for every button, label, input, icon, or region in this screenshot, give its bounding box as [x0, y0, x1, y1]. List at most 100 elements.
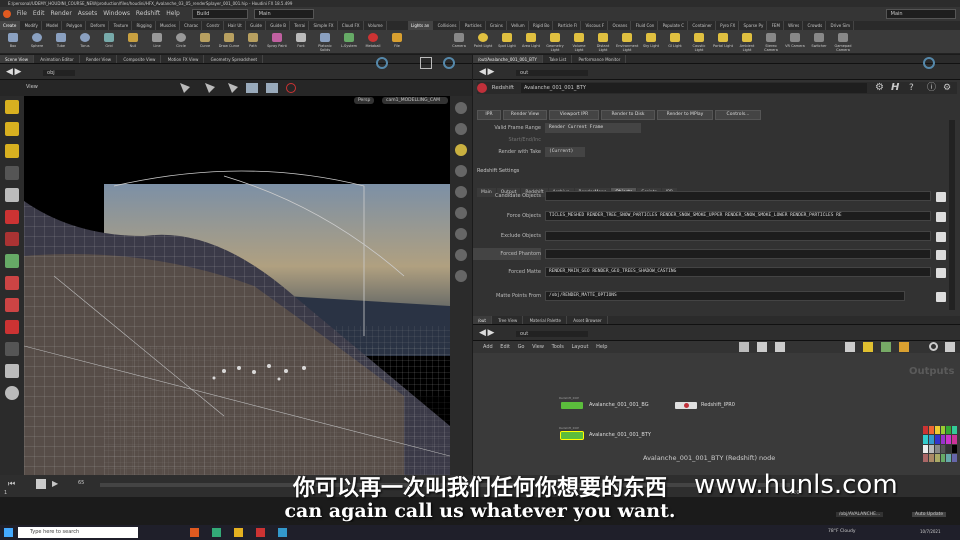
render-to-disk-button[interactable]: Render to Disk [601, 110, 655, 120]
target-icon[interactable] [443, 57, 455, 69]
select-arrow-icon[interactable] [180, 83, 190, 93]
rop-node-ipr[interactable] [675, 402, 697, 409]
shelf-tab[interactable]: Pyro FX [717, 21, 740, 30]
help-icon[interactable]: ? [909, 82, 914, 94]
weather-text[interactable]: 78°F Cloudy [828, 529, 856, 534]
forward-arrow-icon[interactable]: ▶ [15, 67, 22, 77]
desktop-select-main[interactable]: Main [253, 9, 314, 19]
magnet-snap-icon[interactable] [5, 320, 19, 334]
taskbar-app-icon[interactable] [256, 528, 265, 537]
persp-menu[interactable]: Persp [354, 97, 375, 104]
valid-frame-range-select[interactable]: Render Current Frame [545, 123, 641, 133]
forward-arrow-icon[interactable]: ▶ [488, 328, 495, 338]
back-arrow-icon[interactable]: ◀ [479, 328, 486, 338]
back-arrow-icon[interactable]: ◀ [479, 67, 486, 77]
grid-icon[interactable] [757, 342, 767, 352]
rop-node-bty[interactable] [560, 431, 584, 440]
shelf-tab[interactable]: Hair Ut [225, 21, 246, 30]
tab-take-list[interactable]: Take List [544, 55, 573, 63]
handle-tool-icon[interactable] [5, 232, 19, 246]
candidate-objects-field[interactable] [545, 191, 931, 201]
shelf-tab[interactable]: Polygon [63, 21, 87, 30]
shelf-tool-sphere[interactable]: Sphere [26, 32, 48, 48]
menu-render[interactable]: Render [50, 10, 71, 17]
tab-material-palette[interactable]: Material Palette [525, 316, 567, 324]
taskbar-app-icon[interactable] [212, 528, 221, 537]
tab-geometry-spreadsheet[interactable]: Geometry Spreadsheet [206, 55, 264, 63]
number-icon[interactable] [455, 249, 467, 261]
shelf-tool-vr-camera[interactable]: VR Camera [784, 32, 806, 48]
shelf-tool-geometry-light[interactable]: Geometry Light [544, 32, 566, 52]
shelf-tab[interactable]: Particles [462, 21, 486, 30]
shelf-tool-distant-light[interactable]: Distant Light [592, 32, 614, 52]
shelf-tab[interactable]: Populate C [660, 21, 689, 30]
exclude-objects-field[interactable] [545, 231, 931, 241]
shelf-tab[interactable]: Fluid Con [633, 21, 659, 30]
shelf-tab[interactable]: Deform [87, 21, 110, 30]
menu-assets[interactable]: Assets [78, 10, 98, 17]
shelf-tab[interactable]: Terrai [291, 21, 310, 30]
display-options-icon[interactable] [455, 102, 467, 114]
shading-icon[interactable] [455, 165, 467, 177]
render-with-take-select[interactable]: (Current) [545, 147, 585, 157]
points-icon[interactable] [455, 207, 467, 219]
snap-icon[interactable] [246, 83, 258, 93]
param-path[interactable]: out [516, 70, 589, 76]
shelf-tab[interactable]: Constr [204, 21, 224, 30]
shelf-tab[interactable]: Sparse Py [741, 21, 768, 30]
pin-icon[interactable] [376, 57, 388, 69]
menu-windows[interactable]: Windows [103, 10, 130, 17]
shelf-tool-platonic[interactable]: Platonic Solids [314, 32, 336, 52]
record-icon[interactable] [286, 83, 296, 93]
network-menu-edit[interactable]: Edit [500, 344, 510, 350]
select-objects-button[interactable] [936, 268, 946, 278]
forced-matte-field[interactable]: RENDER_MAIN_GEO RENDER_GEO_TREES_SHADOW_… [545, 267, 931, 277]
wrench-icon[interactable] [739, 342, 749, 352]
shelf-tab[interactable]: Container [689, 21, 716, 30]
shelf-tool-stereo-camera[interactable]: Stereo Camera [760, 32, 782, 52]
taskbar-app-icon[interactable] [190, 528, 199, 537]
windows-start-icon[interactable] [4, 528, 13, 537]
shelf-tab[interactable]: Rigging [134, 21, 156, 30]
shelf-tab[interactable]: Wires [785, 21, 804, 30]
shelf-tool-sky-light[interactable]: Sky Light [640, 32, 662, 48]
settings-icon[interactable]: ⚙ [943, 82, 951, 94]
color-palette[interactable] [923, 426, 957, 462]
camera-menu[interactable]: cam1_MODELLING_CAM [382, 97, 448, 104]
shelf-tool-area-light[interactable]: Area Light [520, 32, 542, 48]
lock-icon[interactable] [5, 188, 19, 202]
rop-node-bg[interactable] [561, 402, 583, 409]
shelf-tool-grid[interactable]: Grid [98, 32, 120, 48]
rotate-tool-icon[interactable] [5, 144, 19, 158]
search-icon[interactable] [929, 342, 938, 351]
tab-asset-browser[interactable]: Asset Browser [568, 316, 608, 324]
handle-icon[interactable] [228, 83, 238, 93]
tab-composite-view[interactable]: Composite View [118, 55, 162, 63]
force-objects-field[interactable]: TICLES_MESHED RENDER_TREE_SNOW_PARTICLES… [545, 211, 931, 221]
info-icon[interactable]: ⓘ [927, 82, 936, 94]
shelf-tool-circle[interactable]: Circle [170, 32, 192, 48]
shelf-tool-metaball[interactable]: Metaball [362, 32, 384, 48]
shelf-tool-file[interactable]: File [386, 32, 408, 48]
render-to-mplay-button[interactable]: Render to MPlay [657, 110, 713, 120]
light-icon[interactable] [455, 144, 467, 156]
magnet-icon[interactable] [5, 210, 19, 224]
network-menu-tools[interactable]: Tools [552, 344, 564, 350]
shelf-tab[interactable]: Crowds [805, 21, 827, 30]
scene-path[interactable]: obj [43, 70, 75, 76]
shelf-tool-lsystem[interactable]: L-System [338, 32, 360, 48]
shelf-tool-spot-light[interactable]: Spot Light [496, 32, 518, 48]
shelf-tab[interactable]: Charac [181, 21, 203, 30]
pen-tool-icon[interactable] [5, 364, 19, 378]
pose-tool-icon[interactable] [5, 254, 19, 268]
scale-tool-icon[interactable] [5, 166, 19, 180]
pin-icon[interactable] [923, 57, 935, 69]
controls-button[interactable]: Controls... [715, 110, 761, 120]
menu-file[interactable]: File [17, 10, 27, 17]
network-menu-layout[interactable]: Layout [571, 344, 588, 350]
taskbar-app-icon[interactable] [278, 528, 287, 537]
shelf-tool-torus[interactable]: Torus [74, 32, 96, 48]
transform-icon[interactable] [205, 83, 215, 93]
shelf-tool-spray-paint[interactable]: Spray Paint [266, 32, 288, 48]
shelf-tab[interactable]: FEM [769, 21, 784, 30]
